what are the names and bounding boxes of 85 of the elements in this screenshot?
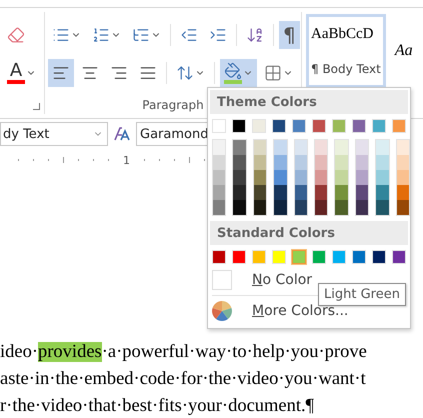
color-swatch[interactable] (274, 155, 287, 170)
color-swatch[interactable] (376, 170, 389, 185)
color-swatch[interactable] (294, 170, 308, 185)
color-swatch[interactable] (335, 170, 348, 185)
color-swatch[interactable] (335, 185, 348, 200)
paint-bucket-icon (224, 62, 242, 80)
empty-swatch-icon (212, 270, 232, 290)
show-hide-button[interactable]: ¶ (279, 21, 300, 49)
align-center-icon (81, 64, 99, 82)
color-wheel-icon (212, 301, 232, 321)
color-swatch[interactable] (396, 155, 410, 170)
color-swatch[interactable] (356, 185, 368, 200)
color-swatch[interactable] (274, 185, 287, 200)
color-swatch[interactable] (396, 140, 410, 155)
justify-icon (139, 64, 157, 82)
text-styles-icon (113, 126, 131, 142)
document-text-line: r·the·video·that·best·fits·your·document.¶ (0, 395, 316, 418)
color-swatch[interactable] (233, 185, 246, 200)
color-swatch[interactable] (315, 155, 328, 170)
more-colors-option[interactable]: More Colors... (252, 303, 348, 319)
color-swatch[interactable] (294, 140, 308, 155)
color-swatch[interactable] (274, 140, 287, 155)
color-swatch[interactable] (254, 140, 266, 155)
color-swatch[interactable] (356, 170, 368, 185)
align-left-icon (52, 64, 70, 82)
color-swatch[interactable] (254, 200, 266, 215)
color-swatch[interactable] (356, 200, 368, 215)
sort-icon (246, 26, 264, 44)
color-swatch[interactable] (356, 155, 368, 170)
multilevel-list-icon (132, 26, 150, 44)
section-header: Theme Colors (210, 90, 408, 114)
color-swatch[interactable] (254, 170, 266, 185)
color-swatch[interactable] (315, 185, 328, 200)
decrease-indent-icon (180, 26, 198, 44)
color-swatch[interactable] (315, 200, 328, 215)
color-swatch[interactable] (213, 185, 226, 200)
color-swatch[interactable] (376, 140, 389, 155)
bullet-list-icon (52, 26, 70, 44)
color-swatch[interactable] (335, 140, 348, 155)
borders-icon (264, 64, 282, 82)
color-swatch[interactable] (254, 185, 266, 200)
color-swatch[interactable] (233, 155, 246, 170)
color-swatch[interactable] (376, 200, 389, 215)
color-swatch[interactable] (213, 140, 226, 155)
color-swatch[interactable] (356, 140, 368, 155)
document-text-line: ideo·provides·a·powerful·way·to·help·you·prove (0, 341, 368, 364)
eraser-icon (7, 26, 25, 44)
color-swatch[interactable] (396, 185, 410, 200)
no-color-option[interactable]: No Color (252, 272, 312, 288)
color-swatch[interactable] (213, 155, 226, 170)
ruler-number: 1 (123, 154, 130, 166)
shading-button[interactable] (220, 59, 257, 87)
color-swatch[interactable] (213, 170, 226, 185)
increase-indent-icon (209, 26, 227, 44)
line-spacing-icon (176, 64, 194, 82)
font-color-button[interactable]: A (3, 59, 40, 87)
color-swatch[interactable] (233, 200, 246, 215)
numbered-list-icon (92, 26, 110, 44)
color-swatch[interactable] (376, 155, 389, 170)
color-swatch[interactable] (213, 200, 226, 215)
style-gallery-item[interactable]: AaBbCcD ¶ Body Text (306, 14, 386, 88)
color-swatch[interactable] (274, 170, 287, 185)
color-swatch[interactable] (292, 250, 306, 264)
color-swatch[interactable] (315, 140, 328, 155)
color-swatch[interactable] (396, 200, 410, 215)
color-swatch[interactable] (274, 200, 287, 215)
tooltip: Light Green (318, 283, 406, 306)
dialog-launcher-icon[interactable] (33, 103, 40, 110)
color-swatch[interactable] (315, 170, 328, 185)
align-left-button[interactable] (48, 59, 74, 87)
color-swatch[interactable] (335, 155, 348, 170)
color-swatch[interactable] (294, 200, 308, 215)
color-swatch[interactable] (294, 185, 308, 200)
color-swatch[interactable] (335, 200, 348, 215)
document-text-line: aste·in·the·embed·code·for·the·video·you·want·t (0, 368, 367, 391)
color-swatch[interactable] (233, 140, 246, 155)
group-label: Paragraph (142, 98, 204, 112)
align-right-icon (110, 64, 128, 82)
color-swatch[interactable] (376, 185, 389, 200)
color-swatch[interactable] (294, 155, 308, 170)
color-swatch[interactable] (254, 155, 266, 170)
color-swatch[interactable] (233, 170, 246, 185)
section-header: Standard Colors (210, 221, 408, 245)
color-swatch[interactable] (396, 170, 410, 185)
style-combo-box[interactable]: dy Text (0, 122, 108, 146)
